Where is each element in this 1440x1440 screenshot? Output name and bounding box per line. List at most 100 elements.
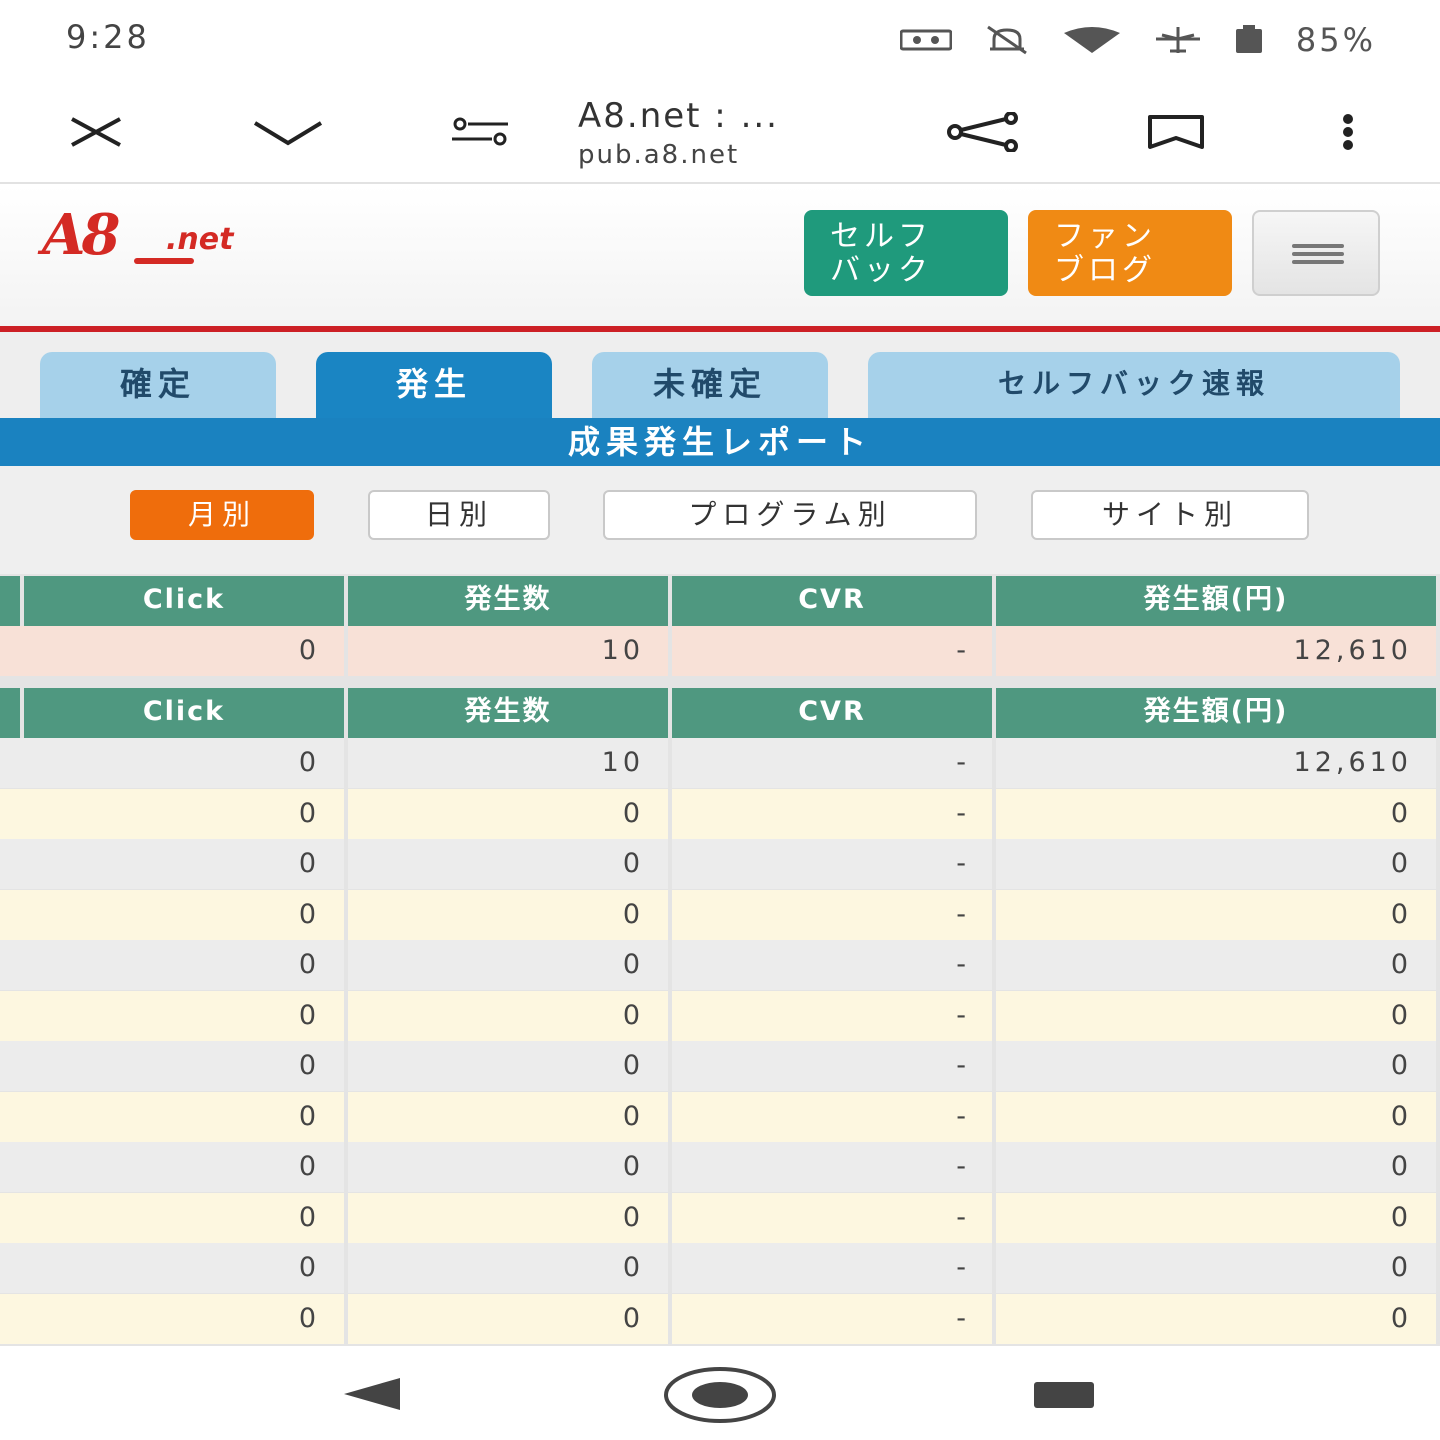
cell-cvr: - [672, 940, 992, 990]
fanblog-label: ファン ブログ [1054, 219, 1156, 288]
row-cell-hidden [0, 788, 24, 839]
back-button[interactable] [340, 1376, 404, 1412]
summary-click: 0 [24, 626, 344, 676]
share-button[interactable] [946, 102, 1022, 162]
cell-click: 0 [24, 1142, 344, 1192]
cell-count: 10 [348, 738, 668, 788]
fanblog-button[interactable]: ファン ブログ [1028, 210, 1232, 296]
cell-amount: 0 [996, 1293, 1436, 1344]
row-cell-hidden [0, 1293, 24, 1344]
selfback-button[interactable]: セルフ バック [804, 210, 1008, 296]
row-cell-hidden [0, 1041, 24, 1091]
selfback-label: セルフ バック [830, 219, 932, 288]
chevron-down-icon [253, 121, 323, 146]
tab-selfback-flash[interactable]: セルフバック速報 [868, 352, 1400, 418]
cell-click: 0 [24, 738, 344, 788]
status-bar: 9:28 85% [0, 0, 1440, 80]
filter-by-program[interactable]: プログラム別 [603, 490, 977, 540]
cell-amount: 0 [996, 990, 1436, 1041]
cell-amount: 0 [996, 889, 1436, 940]
row-cell-hidden [0, 1091, 24, 1142]
row-cell-hidden [0, 990, 24, 1041]
row-cell-hidden [0, 1142, 24, 1192]
site-settings-button[interactable] [450, 102, 510, 162]
cell-click: 0 [24, 839, 344, 889]
site-header: A8 .net セルフ バック ファン ブログ [0, 186, 1440, 326]
table-row: 00-0 [0, 940, 1440, 990]
filter-daily[interactable]: 日別 [368, 490, 550, 540]
tab-confirmed[interactable]: 確定 [40, 352, 276, 418]
row-cell-hidden [0, 940, 24, 990]
tune-icon [452, 117, 508, 146]
page-title-area[interactable]: A8.net : ... pub.a8.net [578, 96, 908, 170]
home-button[interactable] [662, 1366, 778, 1424]
detail-header-row: Click 発生数 CVR 発生額(円) [0, 688, 1440, 738]
summary-row: 0 10 - 12,610 [0, 626, 1440, 676]
cell-count: 0 [348, 1142, 668, 1192]
cell-amount: 0 [996, 1142, 1436, 1192]
table-row: 00-0 [0, 839, 1440, 889]
page-title: A8.net : ... [578, 96, 779, 136]
cell-click: 0 [24, 788, 344, 839]
airplane-icon [1155, 27, 1200, 53]
close-icon [71, 117, 121, 147]
tab-unconfirmed[interactable]: 未確定 [592, 352, 828, 418]
more-options-button[interactable] [1318, 102, 1378, 162]
cell-amount: 0 [996, 1041, 1436, 1091]
cell-cvr: - [672, 1091, 992, 1142]
table-row: 00-0 [0, 788, 1440, 839]
vr-icon [899, 29, 952, 51]
cell-count: 0 [348, 1041, 668, 1091]
cell-cvr: - [672, 1192, 992, 1243]
row-cell-hidden [0, 1192, 24, 1243]
cell-cvr: - [672, 1142, 992, 1192]
hamburger-menu-button[interactable] [1252, 210, 1380, 296]
col-header-click: Click [24, 576, 344, 626]
table-row: 0 10-12,610 [0, 738, 1440, 788]
cell-count: 0 [348, 1091, 668, 1142]
col-header-count: 発生数 [348, 576, 668, 626]
cell-cvr: - [672, 889, 992, 940]
col-header-cvr: CVR [672, 576, 992, 626]
menu-line-icon [1292, 244, 1344, 248]
cell-click: 0 [24, 1243, 344, 1293]
wifi-icon [1063, 27, 1120, 53]
cell-click: 0 [24, 1293, 344, 1344]
cell-amount: 0 [996, 839, 1436, 889]
share-icon [947, 112, 1018, 152]
tab-occurred[interactable]: 発生 [316, 352, 552, 418]
cell-click: 0 [24, 1041, 344, 1091]
col-header-click: Click [24, 688, 344, 738]
summary-amount: 12,610 [996, 626, 1436, 676]
cell-count: 0 [348, 1293, 668, 1344]
filter-monthly[interactable]: 月別 [130, 490, 314, 540]
cell-click: 0 [24, 1192, 344, 1243]
summary-cell-hidden [0, 626, 24, 676]
filter-by-site[interactable]: サイト別 [1031, 490, 1309, 540]
table-row: 00-0 [0, 1142, 1440, 1192]
menu-line-icon [1292, 252, 1344, 256]
cell-amount: 0 [996, 1243, 1436, 1293]
a8net-logo[interactable]: A8 .net [34, 200, 296, 270]
cell-amount: 0 [996, 1091, 1436, 1142]
cell-click: 0 [24, 889, 344, 940]
minimize-button[interactable] [252, 102, 324, 162]
logo-net-mark: .net [166, 222, 234, 257]
row-cell-hidden [0, 839, 24, 889]
cell-amount: 0 [996, 788, 1436, 839]
cell-cvr: - [672, 1041, 992, 1091]
browser-toolbar: A8.net : ... pub.a8.net [0, 80, 1440, 184]
menu-line-icon [1292, 260, 1344, 264]
bookmark-button[interactable] [1146, 102, 1206, 162]
logo-swoosh [134, 258, 194, 264]
recents-button[interactable] [1032, 1380, 1096, 1410]
close-tab-button[interactable] [66, 102, 126, 162]
page-url: pub.a8.net [578, 140, 740, 170]
col-header-cvr: CVR [672, 688, 992, 738]
battery-percent: 85% [1295, 21, 1376, 59]
summary-count: 10 [348, 626, 668, 676]
table-row: 00-0 [0, 990, 1440, 1041]
period-filters: 月別 日別 プログラム別 サイト別 [0, 466, 1440, 574]
row-cell-hidden [0, 738, 24, 788]
cell-cvr: - [672, 1293, 992, 1344]
